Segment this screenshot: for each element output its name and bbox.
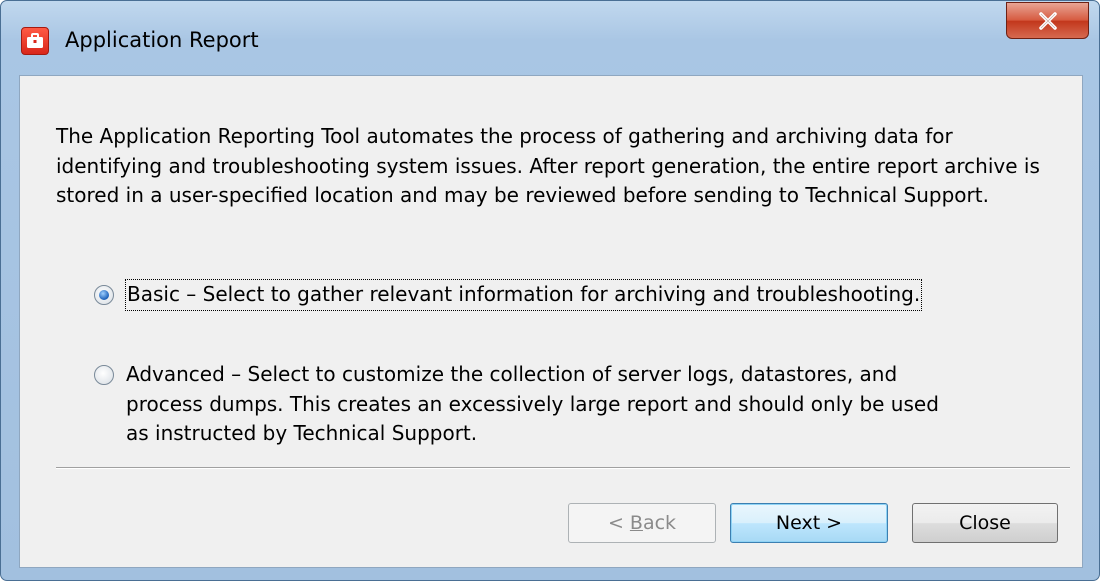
advanced-radio[interactable] xyxy=(94,365,114,385)
next-button-label: Next > xyxy=(775,512,843,534)
next-button[interactable]: Next > xyxy=(730,503,888,543)
basic-option-label[interactable]: Basic – Select to gather relevant inform… xyxy=(124,279,923,311)
close-button[interactable]: Close xyxy=(912,503,1058,543)
back-button-prefix: < xyxy=(607,512,630,534)
advanced-option[interactable]: Advanced – Select to customize the colle… xyxy=(94,362,954,449)
back-button-rest: ack xyxy=(642,512,677,534)
window-close-button[interactable] xyxy=(1006,2,1089,39)
advanced-option-label[interactable]: Advanced – Select to customize the colle… xyxy=(126,360,954,449)
briefcase-icon xyxy=(21,27,49,55)
separator xyxy=(56,467,1070,469)
title-bar[interactable]: Application Report xyxy=(1,1,1099,75)
window-title: Application Report xyxy=(65,28,259,52)
back-button-mnemonic: B xyxy=(629,512,643,534)
back-button[interactable]: < Back xyxy=(568,503,716,543)
close-button-label: Close xyxy=(959,512,1011,534)
close-icon xyxy=(1039,12,1057,30)
basic-option[interactable]: Basic – Select to gather relevant inform… xyxy=(94,279,923,311)
basic-radio[interactable] xyxy=(94,285,114,305)
description-text: The Application Reporting Tool automates… xyxy=(56,124,1040,207)
